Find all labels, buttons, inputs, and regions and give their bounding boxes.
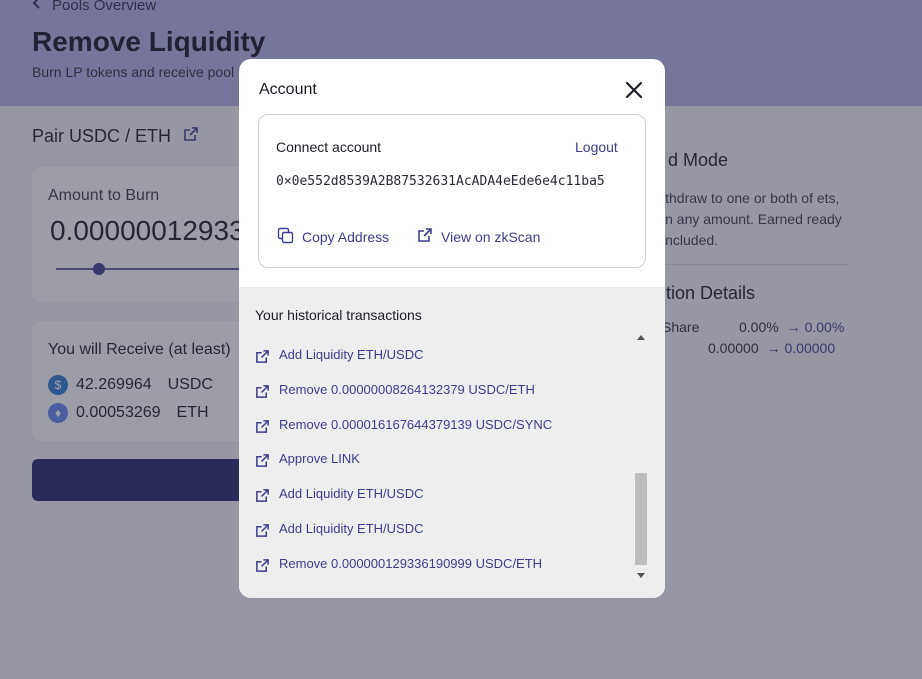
external-link-icon bbox=[255, 556, 270, 576]
transaction-item[interactable]: Add Liquidity ETH/USDC bbox=[255, 347, 625, 382]
logout-button[interactable]: Logout bbox=[575, 139, 618, 155]
transaction-label: Add Liquidity ETH/USDC bbox=[279, 520, 424, 536]
transaction-label: Remove 0.00000008264132379 USDC/ETH bbox=[279, 381, 535, 397]
external-link-icon bbox=[417, 227, 433, 246]
transaction-history: Your historical transactions Add Liquidi… bbox=[239, 287, 665, 598]
transaction-label: Approve LINK bbox=[279, 451, 360, 467]
transaction-list: Add Liquidity ETH/USDC Remove 0.00000008… bbox=[255, 347, 625, 591]
external-link-icon bbox=[255, 486, 270, 506]
history-title: Your historical transactions bbox=[255, 307, 422, 323]
scroll-up-arrow-icon[interactable] bbox=[637, 335, 645, 340]
external-link-icon bbox=[255, 417, 270, 437]
wallet-address: 0×0e552d8539A2B87532631AcADA4eEde6e4c11b… bbox=[276, 174, 605, 189]
history-scrollbar[interactable] bbox=[634, 335, 648, 578]
transaction-item[interactable]: Remove 0.000016167644379139 USDC/SYNC bbox=[255, 417, 625, 452]
copy-address-button[interactable]: Copy Address bbox=[277, 227, 389, 247]
view-on-zkscan-link[interactable]: View on zkScan bbox=[417, 227, 540, 246]
transaction-label: Add Liquidity ETH/USDC bbox=[279, 347, 424, 362]
transaction-item[interactable]: Approve LINK bbox=[255, 451, 625, 486]
modal-title: Account bbox=[259, 81, 317, 98]
copy-address-label: Copy Address bbox=[302, 229, 390, 245]
close-icon[interactable] bbox=[623, 79, 645, 101]
transaction-label: Remove 0.000000129336190999 USDC/ETH bbox=[279, 555, 543, 571]
transaction-item[interactable]: Add Liquidity ETH/USDC bbox=[255, 521, 625, 556]
scrollbar-thumb[interactable] bbox=[635, 473, 647, 565]
transaction-item[interactable]: Add Liquidity ETH/USDC bbox=[255, 486, 625, 521]
transaction-item[interactable]: Remove 0.00000008264132379 USDC/ETH bbox=[255, 382, 625, 417]
account-modal: Account Connect account Logout 0×0e552d8… bbox=[239, 59, 665, 598]
scroll-down-arrow-icon[interactable] bbox=[637, 573, 645, 578]
copy-icon bbox=[277, 227, 294, 247]
external-link-icon bbox=[255, 382, 270, 402]
view-on-zkscan-label: View on zkScan bbox=[441, 228, 541, 245]
transaction-label: Remove 0.000016167644379139 USDC/SYNC bbox=[279, 416, 553, 432]
transaction-label: Add Liquidity ETH/USDC bbox=[279, 486, 424, 502]
external-link-icon bbox=[255, 347, 270, 367]
connect-account-label: Connect account bbox=[276, 139, 382, 155]
external-link-icon bbox=[255, 451, 270, 471]
account-box: Connect account Logout 0×0e552d8539A2B87… bbox=[258, 114, 646, 268]
transaction-item[interactable]: Remove 0.000000129336190999 USDC/ETH bbox=[255, 556, 625, 591]
external-link-icon bbox=[255, 521, 270, 541]
